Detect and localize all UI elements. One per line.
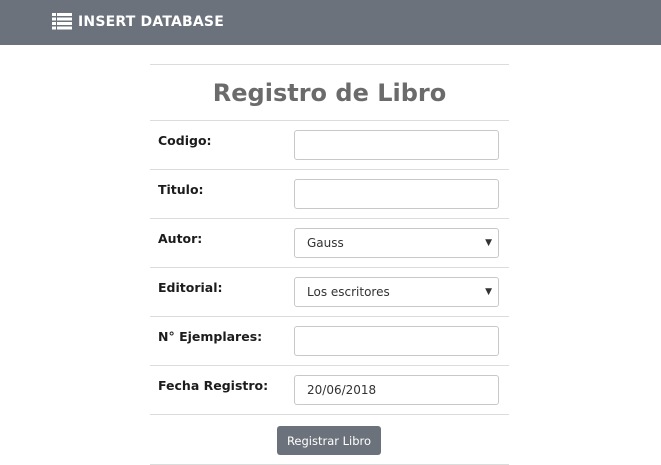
editorial-label: Editorial: (158, 280, 223, 295)
form-row-ejemplares: N° Ejemplares: (150, 316, 509, 365)
ejemplares-input[interactable] (294, 326, 499, 356)
form-actions: Registrar Libro (150, 414, 509, 464)
form-row-codigo: Codigo: (150, 120, 509, 169)
registrar-libro-button[interactable]: Registrar Libro (277, 426, 381, 455)
book-registration-form: Registro de Libro Codigo: Titulo: Autor:… (150, 64, 509, 465)
chevron-down-icon: ▼ (485, 287, 492, 297)
list-icon (52, 13, 72, 30)
chevron-down-icon: ▼ (485, 238, 492, 248)
ejemplares-label: N° Ejemplares: (158, 329, 263, 344)
titulo-label: Titulo: (158, 182, 204, 197)
codigo-label: Codigo: (158, 133, 212, 148)
top-navbar: INSERT DATABASE (0, 0, 661, 45)
editorial-selected-value: Los escritores (307, 285, 390, 299)
codigo-input[interactable] (294, 130, 499, 160)
titulo-input[interactable] (294, 179, 499, 209)
form-title: Registro de Libro (212, 78, 447, 107)
autor-label: Autor: (158, 231, 203, 246)
form-title-row: Registro de Libro (150, 64, 509, 120)
editorial-select[interactable]: Los escritores ▼ (294, 277, 499, 307)
autor-select[interactable]: Gauss ▼ (294, 228, 499, 258)
fecha-input[interactable]: 20/06/2018 (294, 375, 499, 405)
form-row-titulo: Titulo: (150, 169, 509, 218)
fecha-label: Fecha Registro: (158, 378, 269, 393)
navbar-brand[interactable]: INSERT DATABASE (52, 13, 224, 30)
autor-selected-value: Gauss (307, 236, 344, 250)
form-row-editorial: Editorial: Los escritores ▼ (150, 267, 509, 316)
form-row-fecha: Fecha Registro: 20/06/2018 (150, 365, 509, 414)
brand-text: INSERT DATABASE (78, 13, 224, 30)
form-row-autor: Autor: Gauss ▼ (150, 218, 509, 267)
